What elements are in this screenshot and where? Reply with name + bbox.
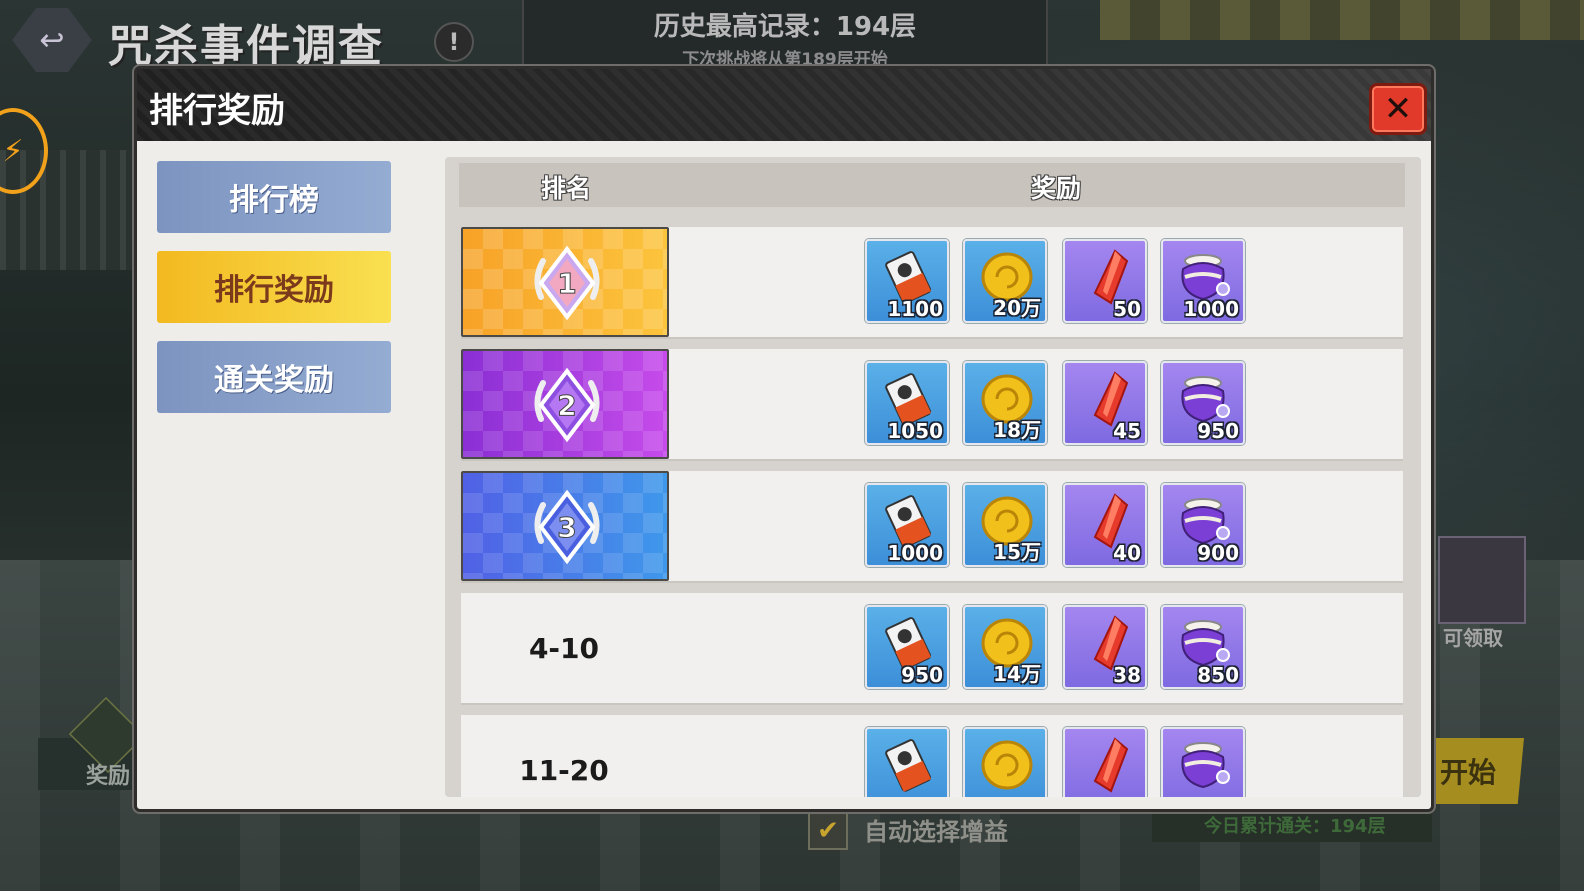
gold-coin-icon <box>981 740 1033 790</box>
reward-quantity: 18万 <box>993 418 1041 442</box>
table-header: 排名 奖励 <box>459 163 1405 207</box>
record-title: 历史最高记录：194层 <box>653 12 917 42</box>
background-lights <box>1100 0 1584 40</box>
rank-medal-icon: 1 <box>534 245 600 321</box>
close-button[interactable]: ✕ <box>1369 83 1427 135</box>
claimable-reward-icon[interactable] <box>1438 536 1526 624</box>
rank-badge-purple: 2 <box>461 349 669 459</box>
red-crystal-reward[interactable]: 40 <box>1063 483 1147 567</box>
reward-quantity: 15万 <box>993 540 1041 564</box>
table-row: 2 1050 18万 45 950 <box>461 349 1403 461</box>
header-rewards: 奖励 <box>1031 174 1082 203</box>
svg-text:2: 2 <box>557 389 576 422</box>
gold-coin-reward[interactable]: 15万 <box>963 483 1047 567</box>
tab-label: 通关奖励 <box>214 363 334 398</box>
close-icon: ✕ <box>1383 89 1413 129</box>
svg-text:1: 1 <box>557 267 576 300</box>
back-arrow-icon: ↩ <box>39 22 65 58</box>
rank-medal-icon: 2 <box>534 367 600 443</box>
back-button[interactable]: ↩ <box>12 8 92 72</box>
tab-label: 排行榜 <box>229 183 319 218</box>
rewards-table-panel[interactable]: 排名 奖励 1 1100 20万 50 1000 2 1050 18万 45 950 3 1000 15… <box>445 157 1421 797</box>
rank-label: 4-10 <box>528 631 600 665</box>
reward-quantity: 40 <box>1113 541 1141 565</box>
ticket-card-reward[interactable]: 1100 <box>865 239 949 323</box>
auto-select-checkbox[interactable]: ✔ <box>808 812 848 850</box>
today-progress-label: 今日累计通关：194层 <box>1204 816 1386 837</box>
gold-coin-reward[interactable]: 18万 <box>963 361 1047 445</box>
claimable-label: 可领取 <box>1443 626 1503 650</box>
rank-badge-gold: 1 <box>461 227 669 337</box>
ticket-card-icon <box>885 739 931 792</box>
red-crystal-reward[interactable]: 38 <box>1063 605 1147 689</box>
reward-quantity: 20万 <box>993 296 1041 320</box>
table-row: 11-20 <box>461 715 1403 797</box>
header-rank: 排名 <box>541 174 592 203</box>
reward-quantity: 50 <box>1113 297 1141 321</box>
table-row: 1 1100 20万 50 1000 <box>461 227 1403 339</box>
modal-title: 排行奖励 <box>149 91 285 131</box>
reward-quantity: 900 <box>1197 541 1239 565</box>
gold-coin-reward[interactable]: 14万 <box>963 605 1047 689</box>
red-crystal-reward[interactable]: 50 <box>1063 239 1147 323</box>
tab-leaderboard[interactable]: 排行榜 <box>157 161 391 233</box>
rank-medal-icon: 3 <box>534 489 600 565</box>
reward-quantity: 1100 <box>887 297 943 321</box>
purple-pot-reward[interactable]: 850 <box>1161 605 1245 689</box>
reward-quantity: 950 <box>1197 419 1239 443</box>
rank-badge-blue: 3 <box>461 471 669 581</box>
red-crystal-icon <box>1093 737 1129 793</box>
left-reward-label: 奖励 <box>86 764 131 789</box>
start-button[interactable]: 开始 <box>1420 738 1524 804</box>
ticket-card-reward[interactable]: 950 <box>865 605 949 689</box>
reward-quantity: 950 <box>901 663 943 687</box>
page-title: 咒杀事件调查 <box>108 21 384 72</box>
ticket-card-reward[interactable] <box>865 727 949 797</box>
purple-pot-reward[interactable]: 900 <box>1161 483 1245 567</box>
reward-quantity: 1000 <box>887 541 943 565</box>
reward-quantity: 1050 <box>887 419 943 443</box>
start-label: 开始 <box>1440 756 1497 789</box>
ranking-rewards-modal: 排行奖励 ✕ 排行榜 排行奖励 通关奖励 排名 奖励 1 1100 20万 50 100… <box>134 66 1434 812</box>
purple-pot-reward[interactable]: 950 <box>1161 361 1245 445</box>
rank-label: 11-20 <box>519 753 609 787</box>
table-row: 3 1000 15万 40 900 <box>461 471 1403 583</box>
tab-clear-rewards[interactable]: 通关奖励 <box>157 341 391 413</box>
checkmark-icon: ✔ <box>817 816 839 846</box>
record-box: 历史最高记录：194层 下次挑战将从第189层开始 <box>522 0 1048 70</box>
info-icon[interactable]: ! <box>434 22 474 62</box>
tab-label: 排行奖励 <box>214 273 334 308</box>
purple-pot-reward[interactable]: 1000 <box>1161 239 1245 323</box>
ticket-card-reward[interactable]: 1000 <box>865 483 949 567</box>
purple-pot-reward[interactable] <box>1161 727 1245 797</box>
table-row: 4-10 950 14万 38 850 <box>461 593 1403 705</box>
gold-coin-reward[interactable] <box>963 727 1047 797</box>
reward-quantity: 45 <box>1113 419 1141 443</box>
tab-ranking-rewards[interactable]: 排行奖励 <box>157 251 391 323</box>
red-crystal-reward[interactable] <box>1063 727 1147 797</box>
auto-select-label: 自动选择增益 <box>864 818 1008 846</box>
svg-text:3: 3 <box>557 511 576 544</box>
reward-quantity: 850 <box>1197 663 1239 687</box>
reward-quantity: 14万 <box>993 662 1041 686</box>
reward-quantity: 1000 <box>1183 297 1239 321</box>
gold-coin-reward[interactable]: 20万 <box>963 239 1047 323</box>
reward-quantity: 38 <box>1113 663 1141 687</box>
purple-pot-icon <box>1181 742 1230 789</box>
red-crystal-reward[interactable]: 45 <box>1063 361 1147 445</box>
modal-header: 排行奖励 ✕ <box>137 69 1431 141</box>
ticket-card-reward[interactable]: 1050 <box>865 361 949 445</box>
